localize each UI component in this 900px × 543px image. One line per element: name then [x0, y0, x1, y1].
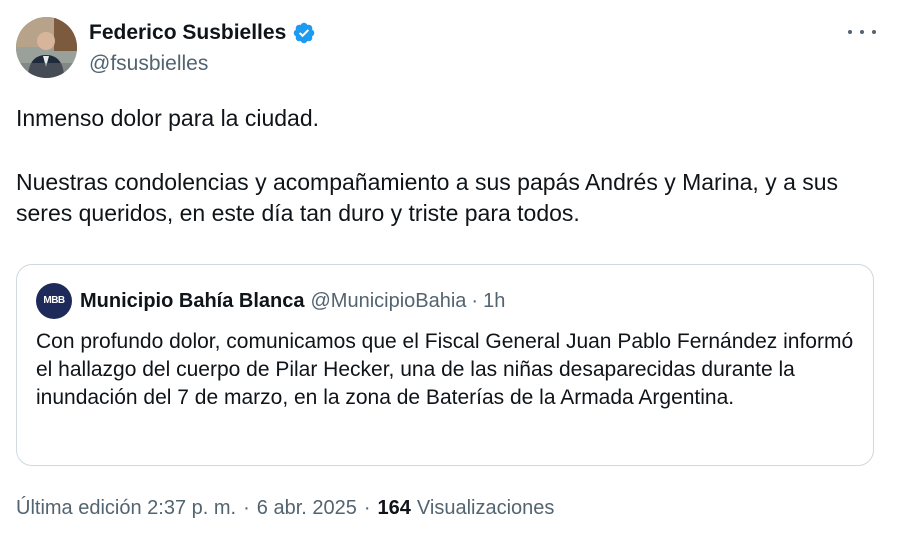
avatar-photo [16, 17, 77, 78]
author-name-row[interactable]: Federico Susbielles [89, 19, 316, 47]
tweet-card: Federico Susbielles @fsusbielles Inmenso… [0, 0, 900, 543]
tweet-paragraph: Inmenso dolor para la ciudad. [16, 105, 320, 131]
more-dot [860, 30, 864, 34]
more-dot [848, 30, 852, 34]
quoted-timestamp[interactable]: 1h [483, 288, 505, 314]
quoted-separator: · [471, 290, 479, 312]
author-handle[interactable]: @fsusbielles [89, 50, 208, 78]
author-avatar[interactable] [16, 17, 77, 78]
tweet-metadata: Última edición 2:37 p. m. · 6 abr. 2025 … [16, 494, 554, 522]
meta-separator: · [243, 497, 250, 519]
views-label[interactable]: Visualizaciones [417, 494, 555, 522]
verified-badge-icon [292, 21, 316, 45]
tweet-paragraph: Nuestras condolencias y acompañamiento a… [16, 168, 839, 227]
more-dot [872, 30, 876, 34]
quoted-avatar[interactable]: MBB [36, 283, 72, 319]
meta-separator: · [363, 497, 371, 519]
quoted-tweet-header: MBB Municipio Bahía Blanca @MunicipioBah… [36, 283, 505, 319]
quoted-display-name[interactable]: Municipio Bahía Blanca [80, 288, 304, 314]
quoted-tweet[interactable]: MBB Municipio Bahía Blanca @MunicipioBah… [16, 264, 874, 466]
more-options-icon[interactable] [848, 24, 876, 40]
author-display-name[interactable]: Federico Susbielles [89, 19, 286, 47]
edited-timestamp[interactable]: Última edición 2:37 p. m. [16, 494, 236, 522]
quoted-handle[interactable]: @MunicipioBahia [310, 288, 466, 314]
post-date[interactable]: 6 abr. 2025 [257, 494, 357, 522]
quoted-tweet-text: Con profundo dolor, comunicamos que el F… [36, 330, 854, 409]
views-count[interactable]: 164 [378, 494, 411, 522]
tweet-text: Inmenso dolor para la ciudad. Nuestras c… [16, 103, 886, 230]
